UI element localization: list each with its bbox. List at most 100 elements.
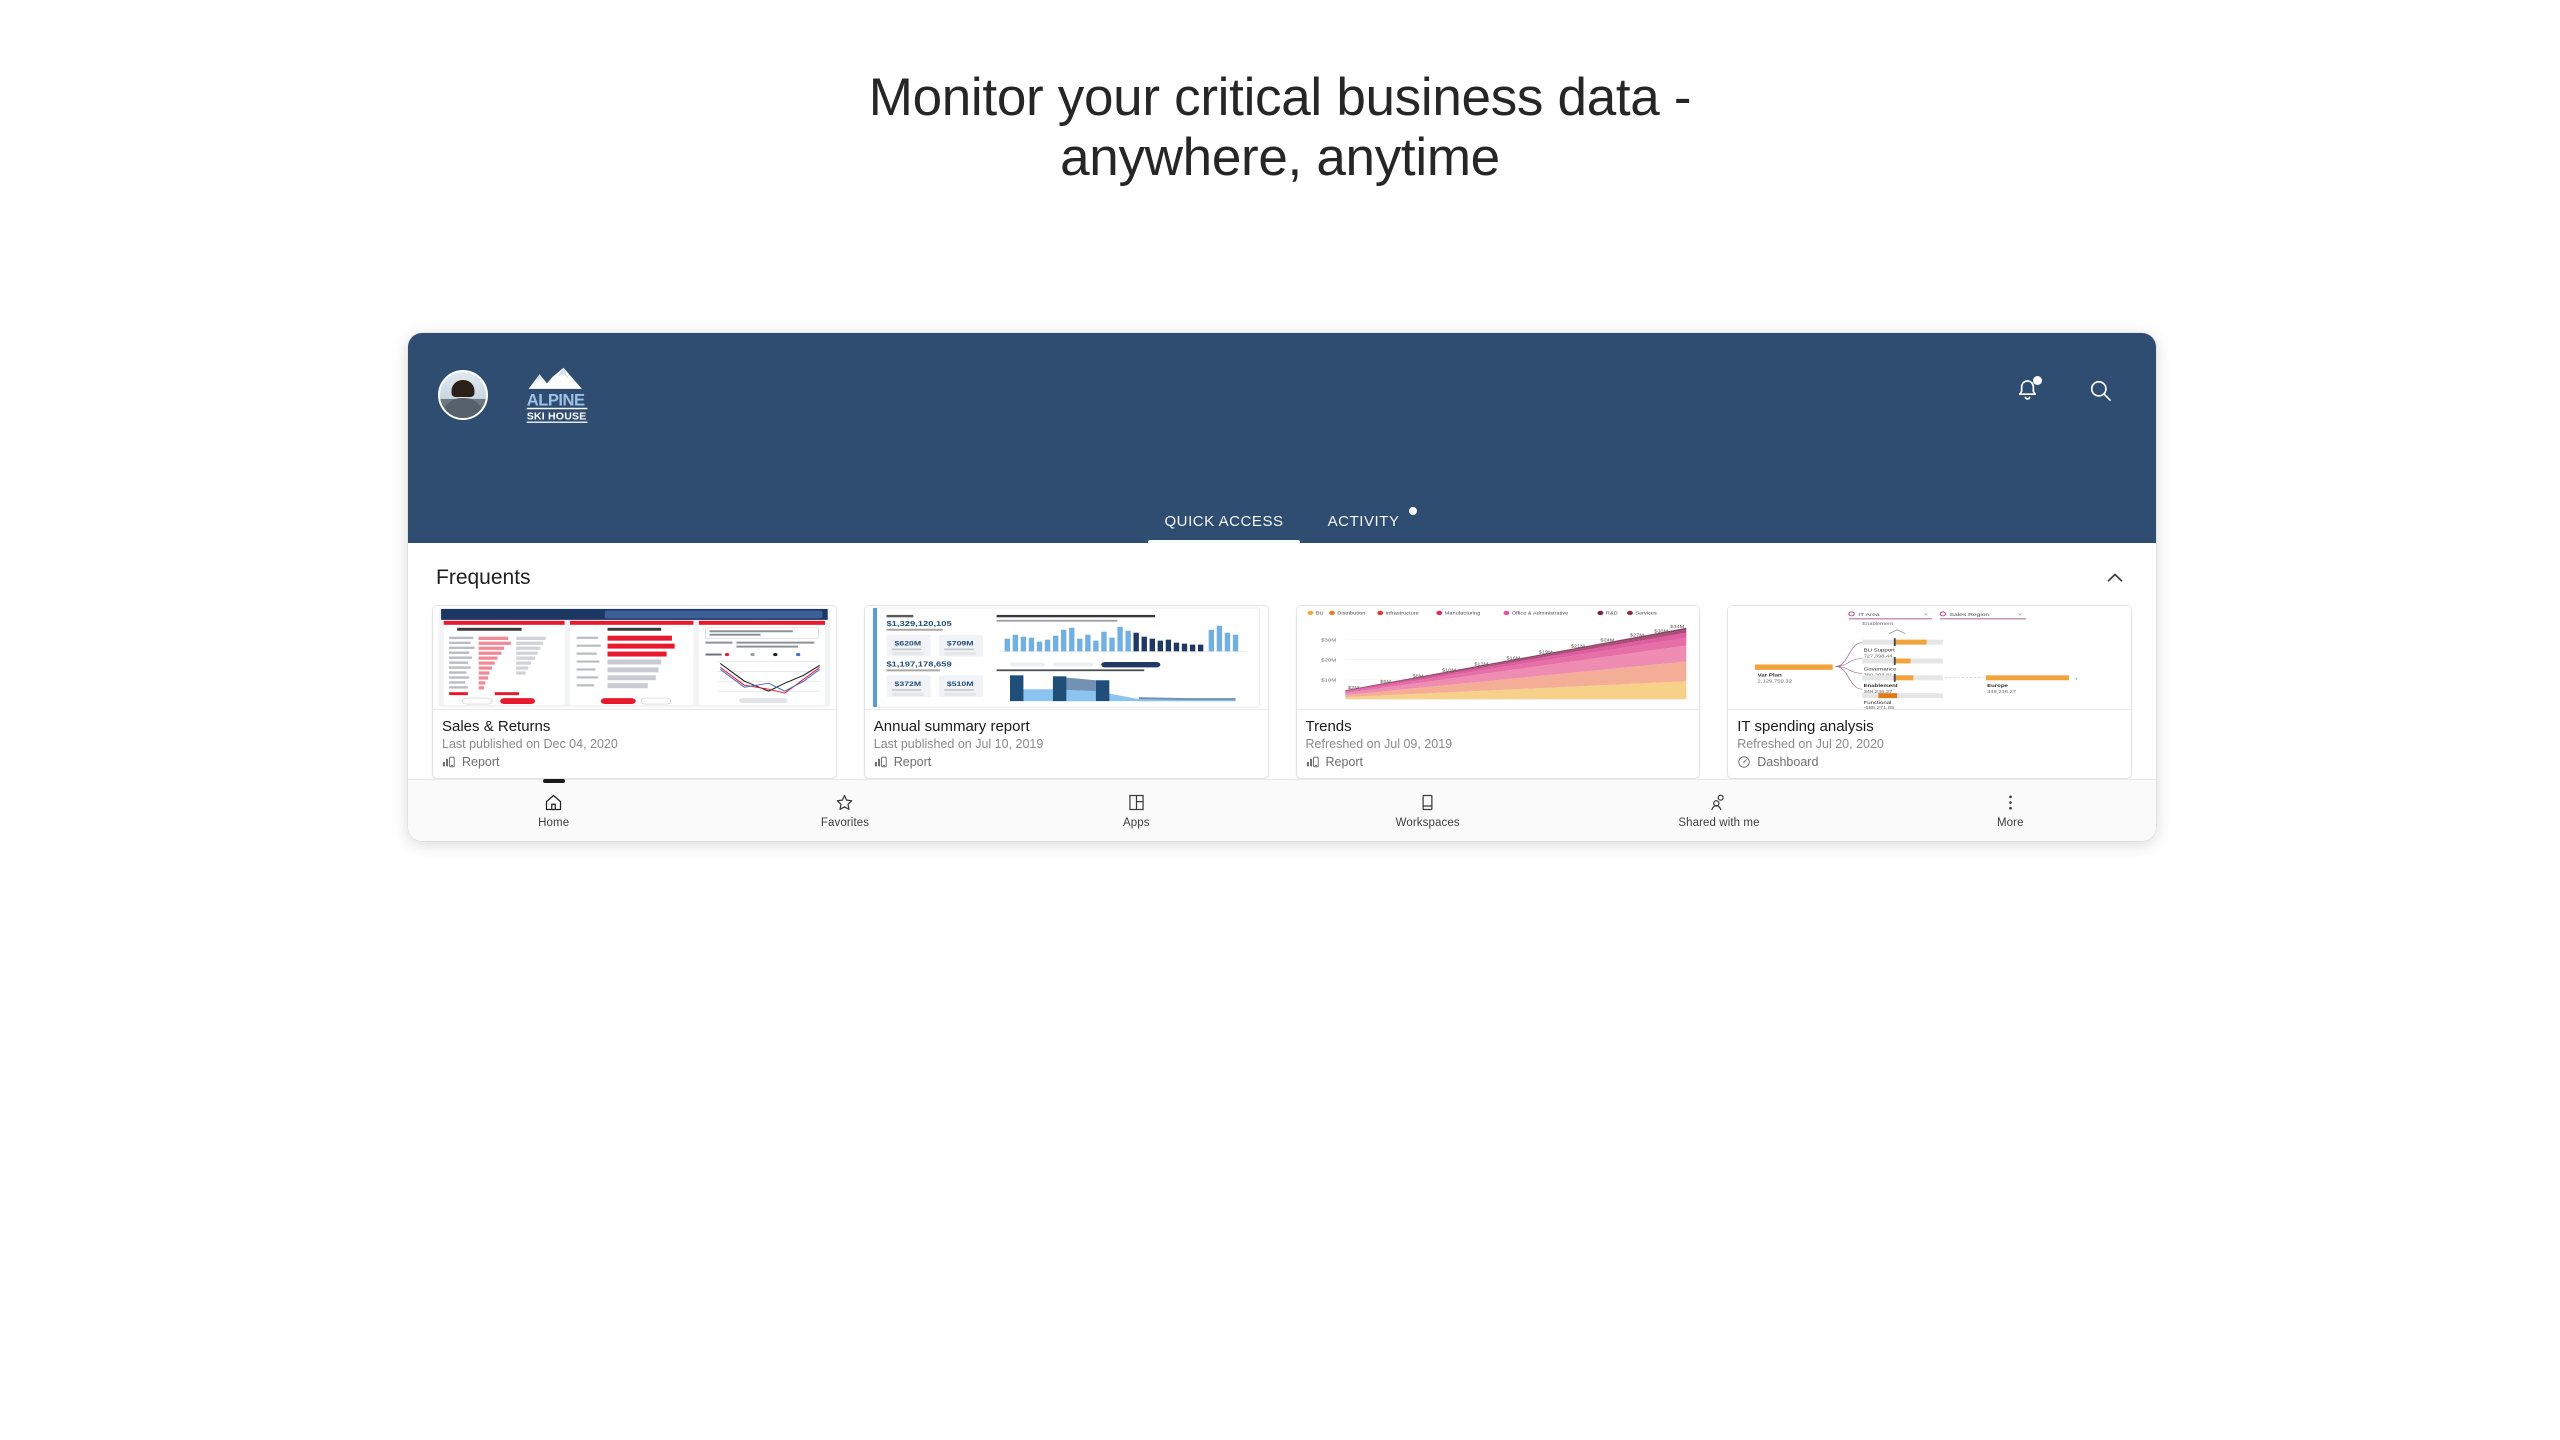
card-type-row: Report [442, 755, 827, 769]
card-type-label: Report [893, 755, 932, 769]
nav-label-home: Home [538, 817, 570, 829]
svg-text:Enablement: Enablement [1864, 684, 1898, 689]
card-type-label: Dashboard [1757, 755, 1819, 769]
sales-returns-thumb [433, 606, 836, 710]
report-icon [442, 755, 456, 769]
card-it-spending-analysis[interactable]: IT Area × Sales Region × Enablement Var … [1727, 605, 2132, 779]
svg-text:Europe: Europe [1987, 684, 2008, 689]
svg-text:Var Plan: Var Plan [1758, 673, 1782, 678]
header-top-row: ALPINE SKI HOUSE [408, 333, 2156, 425]
svg-text:$1,197,178,659: $1,197,178,659 [886, 661, 952, 669]
bottom-navigation: Home Favorites Apps Workspaces Shared wi… [408, 779, 2156, 841]
svg-text:IT Area: IT Area [1858, 613, 1880, 618]
svg-text:$10M: $10M [1321, 678, 1336, 683]
shared-user-icon [1708, 792, 1729, 813]
card-title: IT spending analysis [1737, 718, 1874, 735]
nav-item-shared-with-me[interactable]: Shared with me [1573, 792, 1864, 829]
nav-item-more[interactable]: More [1865, 792, 2156, 829]
svg-text:$5M: $5M [1380, 680, 1391, 685]
header-icon-group [2014, 376, 2114, 404]
svg-text:Enablement: Enablement [1863, 621, 1894, 626]
svg-text:$30M: $30M [1654, 629, 1668, 634]
chevron-up-icon[interactable] [2102, 565, 2128, 591]
svg-text:$709M: $709M [947, 640, 974, 648]
headline-line-2: anywhere, anytime [1060, 127, 1500, 187]
tab-quick-access-label: QUICK ACCESS [1164, 513, 1284, 530]
card-type-row: Dashboard [1737, 755, 2122, 769]
headline-line-1: Monitor your critical business data - [868, 68, 1692, 127]
card-body: IT spending analysis Refreshed on Jul 20… [1728, 710, 2131, 778]
svg-text:$30M: $30M [1321, 638, 1336, 643]
svg-text:$10M: $10M [1441, 668, 1455, 673]
svg-text:$372M: $372M [894, 680, 921, 688]
app-content: Frequents Sales & Returns Last published… [408, 543, 2156, 841]
report-icon [874, 755, 888, 769]
nav-item-home[interactable]: Home [408, 779, 699, 829]
tab-activity[interactable]: ACTIVITY [1306, 507, 1422, 543]
bell-icon[interactable] [2014, 376, 2042, 404]
nav-label-apps: Apps [1123, 817, 1150, 829]
svg-text:2,129,759.32: 2,129,759.32 [1758, 679, 1793, 684]
it-spending-thumb: IT Area × Sales Region × Enablement Var … [1728, 606, 2131, 710]
nav-item-apps[interactable]: Apps [991, 792, 1282, 829]
header-tabs: QUICK ACCESS ACTIVITY [408, 507, 2156, 543]
card-trends[interactable]: BU Distribution Infrastructure Manufactu… [1295, 605, 1701, 779]
svg-text:+: + [2075, 677, 2080, 682]
search-icon[interactable] [2087, 377, 2114, 404]
dashboard-icon [1737, 755, 1751, 769]
svg-text:$8M: $8M [1412, 674, 1423, 679]
svg-text:$19M: $19M [1538, 650, 1552, 655]
svg-text:$34M: $34M [1670, 624, 1684, 629]
svg-text:ALPINE: ALPINE [527, 390, 585, 409]
card-annual-summary-report[interactable]: $1,329,120,105 $620M $709M $1,197,178,65… [863, 605, 1269, 779]
more-dots-icon [2000, 792, 2021, 813]
svg-text:-585,271.85: -585,271.85 [1864, 706, 1895, 709]
card-sales-returns[interactable]: Sales & Returns Last published on Dec 04… [432, 605, 837, 779]
nav-label-workspaces: Workspaces [1395, 817, 1460, 829]
svg-text:×: × [1924, 613, 1929, 618]
card-body: Annual summary report Last published on … [865, 710, 1268, 778]
card-subtitle: Last published on Dec 04, 2020 [442, 737, 618, 751]
trends-thumb: BU Distribution Infrastructure Manufactu… [1296, 606, 1700, 710]
brand-logo: ALPINE SKI HOUSE [512, 365, 604, 425]
section-title: Frequents [436, 566, 531, 589]
svg-text:$1,329,120,105: $1,329,120,105 [886, 620, 952, 628]
card-type-row: Report [1306, 755, 1691, 769]
nav-label-shared-with-me: Shared with me [1678, 817, 1760, 829]
svg-text:Sales Region: Sales Region [1950, 613, 1990, 618]
notification-badge [2033, 376, 2042, 385]
svg-text:R&D: R&D [1605, 611, 1617, 616]
card-body: Trends Refreshed on Jul 09, 2019 Report [1297, 710, 1700, 778]
svg-text:BU Support: BU Support [1864, 648, 1896, 653]
svg-text:$16M: $16M [1506, 656, 1520, 661]
card-subtitle: Refreshed on Jul 20, 2020 [1737, 737, 1884, 751]
card-type-label: Report [462, 755, 500, 769]
svg-text:$27M: $27M [1629, 633, 1643, 638]
card-title: Sales & Returns [442, 718, 551, 735]
svg-text:Governance: Governance [1864, 667, 1897, 672]
svg-text:BU: BU [1315, 611, 1323, 616]
tab-quick-access[interactable]: QUICK ACCESS [1142, 513, 1305, 543]
app-header: ALPINE SKI HOUSE QUICK ACCESS ACTIVITY [408, 333, 2156, 543]
card-subtitle: Refreshed on Jul 09, 2019 [1305, 737, 1453, 751]
svg-text:$24M: $24M [1600, 638, 1614, 643]
nav-item-favorites[interactable]: Favorites [699, 792, 990, 829]
activity-dot-badge [1408, 507, 1417, 515]
nav-label-more: More [1997, 817, 2024, 829]
nav-label-favorites: Favorites [820, 817, 870, 829]
svg-text:$510M: $510M [947, 680, 974, 688]
card-title: Trends [1305, 718, 1352, 735]
nav-item-workspaces[interactable]: Workspaces [1282, 792, 1573, 829]
annual-summary-thumb: $1,329,120,105 $620M $709M $1,197,178,65… [864, 606, 1268, 710]
page-headline: Monitor your critical business data - an… [0, 0, 2560, 188]
svg-text:348,236.27: 348,236.27 [1987, 690, 2016, 695]
card-title: Annual summary report [873, 718, 1030, 735]
avatar[interactable] [438, 370, 488, 420]
card-subtitle: Last published on Jul 10, 2019 [873, 737, 1044, 751]
svg-text:727,398.44: 727,398.44 [1864, 654, 1893, 659]
svg-text:Manufacturing: Manufacturing [1444, 611, 1480, 616]
app-window: ALPINE SKI HOUSE QUICK ACCESS ACTIVITY F… [408, 333, 2156, 841]
report-icon [1306, 755, 1320, 769]
frequents-section-header: Frequents [432, 543, 2132, 605]
apps-icon [1126, 792, 1147, 813]
